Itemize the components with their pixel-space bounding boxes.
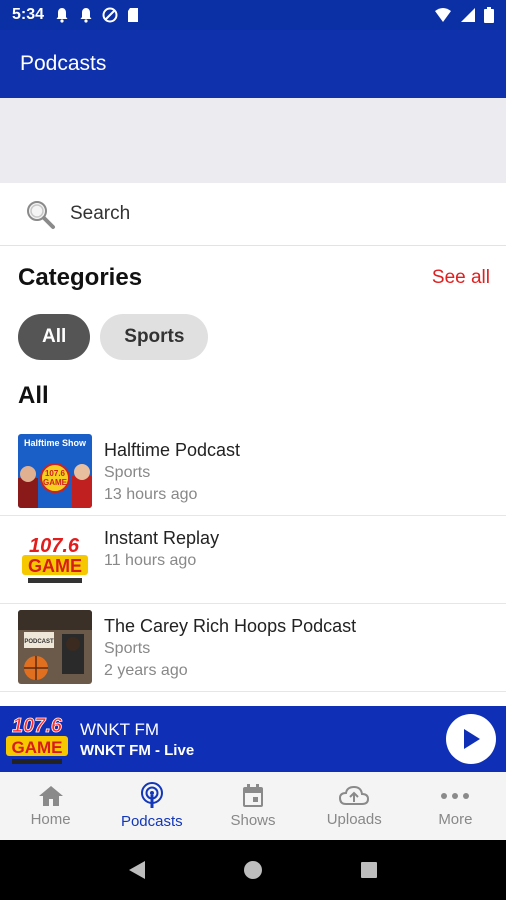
mini-player[interactable]: 107.6 GAME WNKT FM WNKT FM - Live [0, 706, 506, 772]
nav-home-label: Home [30, 811, 71, 828]
podcast-category: Sports [104, 464, 151, 481]
chip-all[interactable]: All [18, 314, 91, 360]
banner-area [0, 98, 506, 183]
podcast-list: Halftime Show 107.6 GAME Halftime Podcas… [0, 428, 506, 706]
battery-icon [484, 7, 494, 23]
notification-bell-icon [80, 8, 92, 23]
cloud-upload-icon [339, 785, 370, 805]
status-time: 5:34 [12, 6, 45, 23]
logo-word-text: GAME [28, 556, 82, 576]
wifi-icon [435, 8, 451, 22]
logo-number-text: 107.6 [45, 469, 66, 478]
search-bar[interactable]: Search [0, 183, 506, 246]
station-logo: 107.6 GAME [4, 710, 70, 768]
more-dots-icon [441, 793, 470, 799]
app-bar: Podcasts [0, 30, 506, 98]
play-icon [464, 729, 480, 749]
categories-header: Categories See all [18, 262, 490, 294]
107-6-the-game-logo: 107.6 GAME [18, 522, 92, 596]
section-heading: All [18, 382, 49, 409]
logo-word-text: GAME [43, 478, 68, 487]
bottom-nav: Home Podcasts Shows Uploads More [0, 772, 506, 840]
nav-shows[interactable]: Shows [202, 772, 303, 840]
halftime-show-text: Halftime Show [24, 438, 87, 448]
play-button[interactable] [446, 714, 496, 764]
home-icon [38, 786, 63, 806]
search-input[interactable]: Search [70, 203, 130, 225]
logo-word-text: GAME [12, 738, 63, 757]
category-chips: All Sports [18, 314, 209, 360]
hoops-podcast-text: PODCAST [24, 639, 54, 645]
podcast-time: 11 hours ago [104, 552, 197, 569]
nav-shows-label: Shows [230, 812, 276, 829]
podcast-title: Instant Replay [104, 528, 220, 548]
signal-icon [461, 8, 475, 22]
page-title: Podcasts [20, 52, 107, 75]
list-item[interactable]: 107.6 GAME Instant Replay 11 hours ago [0, 516, 506, 604]
status-bar: 5:34 [0, 0, 506, 30]
search-icon [27, 201, 55, 229]
logo-number-text: 107.6 [29, 535, 80, 557]
podcast-title: Halftime Podcast [104, 440, 241, 460]
nav-more[interactable]: More [405, 772, 506, 840]
nav-uploads-label: Uploads [326, 811, 382, 828]
logo-number-text: 107.6 [12, 715, 63, 737]
list-item[interactable]: PODCAST The Carey Rich Hoops Podcast Spo… [0, 604, 506, 692]
sd-card-icon [128, 8, 139, 22]
calendar-icon [243, 784, 263, 807]
nav-podcasts[interactable]: Podcasts [101, 772, 202, 840]
podcast-time: 2 years ago [104, 662, 188, 679]
podcast-title: The Carey Rich Hoops Podcast [104, 616, 357, 636]
podcast-icon [140, 782, 163, 808]
nav-more-label: More [438, 811, 473, 828]
halftime-show-artwork: Halftime Show 107.6 GAME [18, 434, 92, 508]
back-icon[interactable] [127, 859, 147, 881]
podcast-time: 13 hours ago [104, 486, 198, 503]
system-nav-bar [0, 840, 506, 900]
player-title: WNKT FM [80, 719, 160, 739]
nav-uploads[interactable]: Uploads [304, 772, 405, 840]
player-subtitle: WNKT FM - Live [80, 741, 195, 759]
chip-sports[interactable]: Sports [100, 314, 209, 360]
podcast-category: Sports [104, 640, 151, 657]
list-item[interactable]: Halftime Show 107.6 GAME Halftime Podcas… [0, 428, 506, 516]
nav-home[interactable]: Home [0, 772, 101, 840]
do-not-disturb-icon [102, 7, 118, 23]
notification-bell-icon [56, 8, 68, 23]
categories-heading: Categories [18, 264, 143, 291]
hoops-podcast-artwork: PODCAST [18, 610, 92, 684]
see-all-link[interactable]: See all [432, 267, 490, 289]
home-circle-icon[interactable] [242, 859, 264, 881]
recents-icon[interactable] [359, 860, 379, 880]
nav-podcasts-label: Podcasts [120, 813, 183, 830]
